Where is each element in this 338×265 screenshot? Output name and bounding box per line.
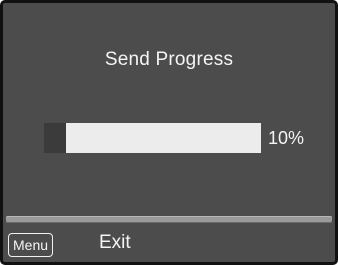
progress-percent-label: 10% bbox=[268, 128, 305, 148]
menu-button[interactable]: Menu bbox=[8, 233, 54, 257]
progress-fill bbox=[44, 123, 66, 153]
exit-label: Exit bbox=[99, 232, 131, 253]
send-progress-bar bbox=[44, 123, 261, 153]
device-screen: Send Progress 10% Menu Exit bbox=[0, 0, 338, 265]
footer-divider bbox=[6, 216, 332, 223]
progress-remaining bbox=[65, 123, 261, 153]
dialog-title: Send Progress bbox=[104, 49, 234, 70]
